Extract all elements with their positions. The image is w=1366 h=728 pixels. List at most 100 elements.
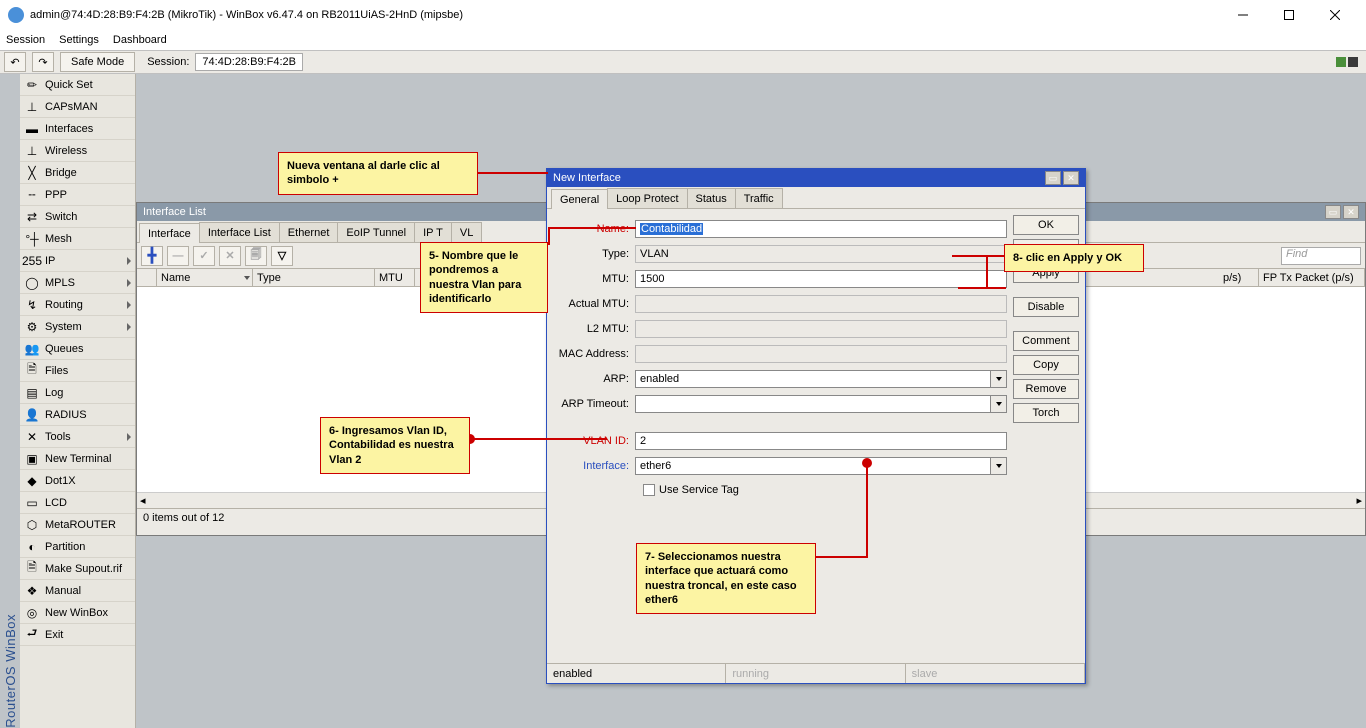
close-button[interactable] [1312,0,1358,30]
sidebar-item-mesh[interactable]: °┼Mesh [20,228,135,250]
dialog-buttons: OKCancelApplyDisableCommentCopyRemoveTor… [1013,209,1085,663]
sidebar-item-exit[interactable]: ⮐Exit [20,624,135,646]
tab-interface[interactable]: Interface [139,223,200,243]
annotation-7: 7- Seleccionamos nuestra interface que a… [636,543,816,614]
sidebar-item-label: Exit [45,629,63,641]
sidebar-item-lcd[interactable]: ▭LCD [20,492,135,514]
vlan-id-input[interactable]: 2 [635,432,1007,450]
tab-ip-t[interactable]: IP T [414,222,452,242]
tab-vl[interactable]: VL [451,222,482,242]
use-service-tag-checkbox[interactable] [643,484,655,496]
sidebar-item-dot1x[interactable]: ◆Dot1X [20,470,135,492]
enable-button[interactable]: ✓ [193,246,215,266]
dialog-tab-traffic[interactable]: Traffic [735,188,783,208]
sidebar-item-label: Partition [45,541,85,553]
add-button[interactable]: ╋ [141,246,163,266]
arp-timeout-label: ARP Timeout: [553,398,635,410]
sidebar-item-bridge[interactable]: ╳Bridge [20,162,135,184]
sidebar-icon: ▭ [24,495,40,511]
interface-dropdown-icon[interactable] [991,457,1007,475]
sidebar-icon: ◐ [24,539,40,555]
sidebar-item-make-supout.rif[interactable]: 🗎Make Supout.rif [20,558,135,580]
sidebar-item-manual[interactable]: ❖Manual [20,580,135,602]
sidebar-item-ppp[interactable]: ╌PPP [20,184,135,206]
window-restore-icon[interactable]: ▭ [1325,205,1341,219]
comment-button[interactable]: Comment [1013,331,1079,351]
dialog-close-icon[interactable]: ✕ [1063,171,1079,185]
minimize-button[interactable] [1220,0,1266,30]
find-input[interactable]: Find [1281,247,1361,265]
name-label: Name: [553,223,635,235]
menu-session[interactable]: Session [6,34,45,46]
sidebar-item-files[interactable]: 🗎Files [20,360,135,382]
ok-button[interactable]: OK [1013,215,1079,235]
sidebar-item-label: MetaROUTER [45,519,116,531]
sidebar-icon: ⚙ [24,319,40,335]
sidebar-item-system[interactable]: ⚙System [20,316,135,338]
sidebar-item-wireless[interactable]: ⊥Wireless [20,140,135,162]
filter-button[interactable]: ▽ [271,246,293,266]
remove-button[interactable]: Remove [1013,379,1079,399]
sidebar-item-label: Tools [45,431,71,443]
sidebar-item-label: Routing [45,299,83,311]
copy-button[interactable]: Copy [1013,355,1079,375]
interface-select[interactable]: ether6 [635,457,991,475]
column-header[interactable]: Type [253,269,375,286]
maximize-button[interactable] [1266,0,1312,30]
sidebar-item-radius[interactable]: 👤RADIUS [20,404,135,426]
sidebar-icon: ╌ [24,187,40,203]
sidebar-item-switch[interactable]: ⇄Switch [20,206,135,228]
arp-select[interactable]: enabled [635,370,991,388]
sidebar-item-routing[interactable]: ↯Routing [20,294,135,316]
column-header[interactable]: Name [157,269,253,286]
redo-button[interactable]: ↷ [32,52,54,72]
name-input[interactable]: Contabilidad [635,220,1007,238]
sidebar-item-ip[interactable]: 255IP [20,250,135,272]
dialog-tab-status[interactable]: Status [687,188,736,208]
menu-settings[interactable]: Settings [59,34,99,46]
toolbar: ↶ ↷ Safe Mode Session: 74:4D:28:B9:F4:2B [0,50,1366,74]
sidebar-item-new-terminal[interactable]: ▣New Terminal [20,448,135,470]
mtu-input[interactable]: 1500 [635,270,1007,288]
sidebar-item-metarouter[interactable]: ⬡MetaROUTER [20,514,135,536]
column-header[interactable] [137,269,157,286]
dialog-titlebar[interactable]: New Interface ▭ ✕ [547,169,1085,187]
dialog-tabs: GeneralLoop ProtectStatusTraffic [547,187,1085,209]
tab-eoip-tunnel[interactable]: EoIP Tunnel [337,222,415,242]
sidebar-item-new-winbox[interactable]: ◎New WinBox [20,602,135,624]
sidebar-item-capsman[interactable]: ⊥CAPsMAN [20,96,135,118]
dialog-restore-icon[interactable]: ▭ [1045,171,1061,185]
sidebar-item-partition[interactable]: ◐ Partition [20,536,135,558]
arp-dropdown-icon[interactable] [991,370,1007,388]
sidebar-item-interfaces[interactable]: ▬Interfaces [20,118,135,140]
comment-button[interactable]: 🗐 [245,246,267,266]
column-header[interactable]: FP Tx Packet (p/s) [1259,269,1365,286]
tab-interface-list[interactable]: Interface List [199,222,280,242]
sidebar-item-mpls[interactable]: ◯MPLS [20,272,135,294]
dialog-tab-general[interactable]: General [551,189,608,209]
window-close-icon[interactable]: ✕ [1343,205,1359,219]
sidebar-item-tools[interactable]: ✕Tools [20,426,135,448]
disable-button[interactable]: Disable [1013,297,1079,317]
undo-button[interactable]: ↶ [4,52,26,72]
sidebar-item-log[interactable]: ▤Log [20,382,135,404]
arp-timeout-input[interactable] [635,395,991,413]
dialog-tab-loop-protect[interactable]: Loop Protect [607,188,687,208]
column-header[interactable]: MTU [375,269,415,286]
safe-mode-button[interactable]: Safe Mode [60,52,135,72]
column-header[interactable]: p/s) [1219,269,1259,286]
remove-button[interactable]: — [167,246,189,266]
session-label: Session: [147,56,189,68]
disable-button[interactable]: ✕ [219,246,241,266]
sidebar-icon: ▬ [24,121,40,137]
sidebar-item-label: Log [45,387,63,399]
sidebar-item-quick-set[interactable]: ✏Quick Set [20,74,135,96]
sidebar-item-queues[interactable]: 👥Queues [20,338,135,360]
torch-button[interactable]: Torch [1013,403,1079,423]
sidebar-icon: 🗎 [24,363,40,379]
menu-dashboard[interactable]: Dashboard [113,34,167,46]
tab-ethernet[interactable]: Ethernet [279,222,339,242]
sidebar-icon: 🗎 [24,561,40,577]
arp-timeout-dropdown-icon[interactable] [991,395,1007,413]
status-indicator-dark [1348,57,1358,67]
